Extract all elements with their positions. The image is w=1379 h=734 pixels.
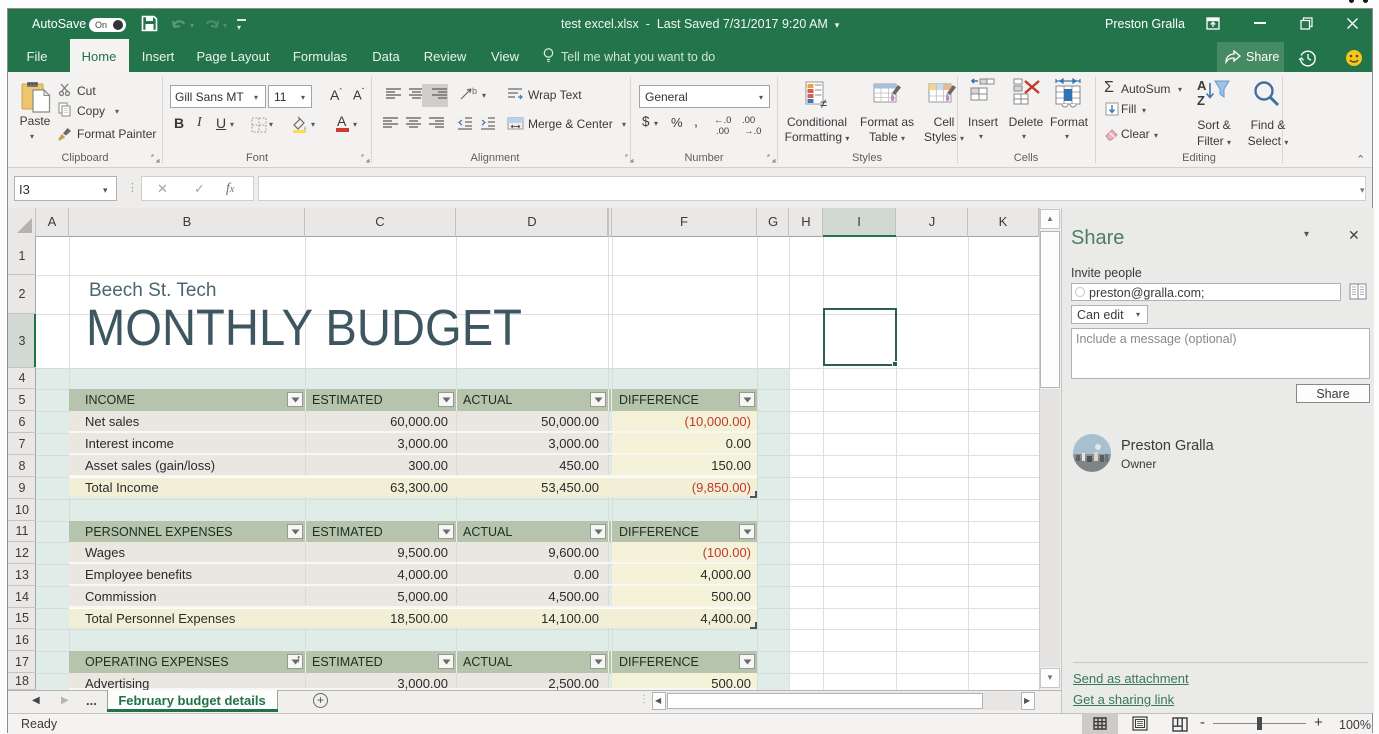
svg-text:Z: Z	[1197, 93, 1205, 108]
svg-text:b: b	[472, 86, 477, 96]
svg-text:A: A	[1197, 78, 1207, 93]
svg-text:≠: ≠	[820, 96, 827, 111]
